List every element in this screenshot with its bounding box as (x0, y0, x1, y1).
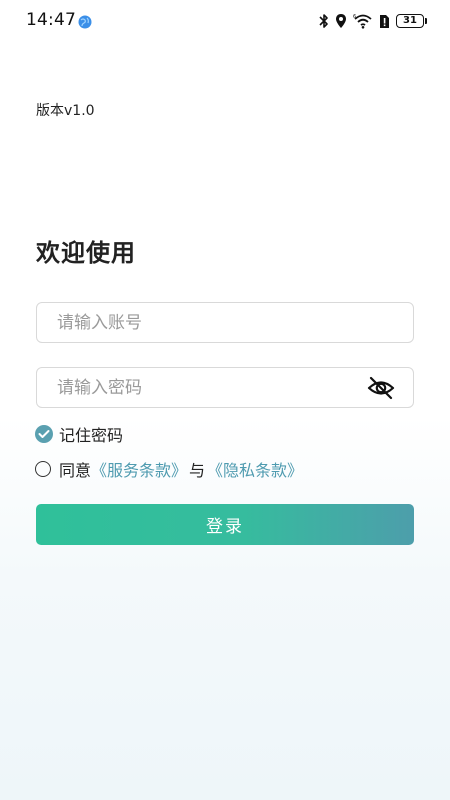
agreement-row: 同意 《服务条款》 与 《隐私条款》 (35, 457, 303, 481)
status-icons: 6 31 (319, 12, 427, 30)
password-field (36, 367, 414, 408)
welcome-title: 欢迎使用 (36, 239, 136, 267)
wifi-icon: 6 (353, 13, 373, 29)
login-button[interactable]: 登录 (36, 504, 414, 545)
status-time: 14:47 (26, 10, 76, 30)
password-input[interactable] (37, 368, 413, 407)
privacy-policy-link[interactable]: 《隐私条款》 (207, 457, 303, 481)
globe-icon (78, 14, 92, 29)
checkmark-icon[interactable] (35, 425, 53, 443)
agreement-prefix: 同意 (59, 461, 92, 480)
battery-icon: 31 (396, 14, 427, 28)
sim-alert-icon (379, 13, 390, 29)
battery-level: 31 (403, 15, 417, 26)
eye-off-icon[interactable] (367, 376, 395, 400)
bluetooth-icon (319, 13, 329, 29)
remember-password-toggle[interactable]: 记住密码 (35, 422, 123, 446)
location-icon (335, 13, 347, 29)
agreement-radio[interactable] (35, 461, 51, 477)
agreement-conjunction: 与 (189, 461, 206, 480)
remember-password-label: 记住密码 (59, 426, 124, 445)
account-input[interactable] (37, 303, 413, 342)
svg-text:6: 6 (353, 14, 356, 20)
terms-of-service-link[interactable]: 《服务条款》 (91, 457, 187, 481)
status-bar: 14:47 6 31 (0, 0, 450, 42)
account-field (36, 302, 414, 343)
version-label: 版本v1.0 (36, 103, 95, 119)
